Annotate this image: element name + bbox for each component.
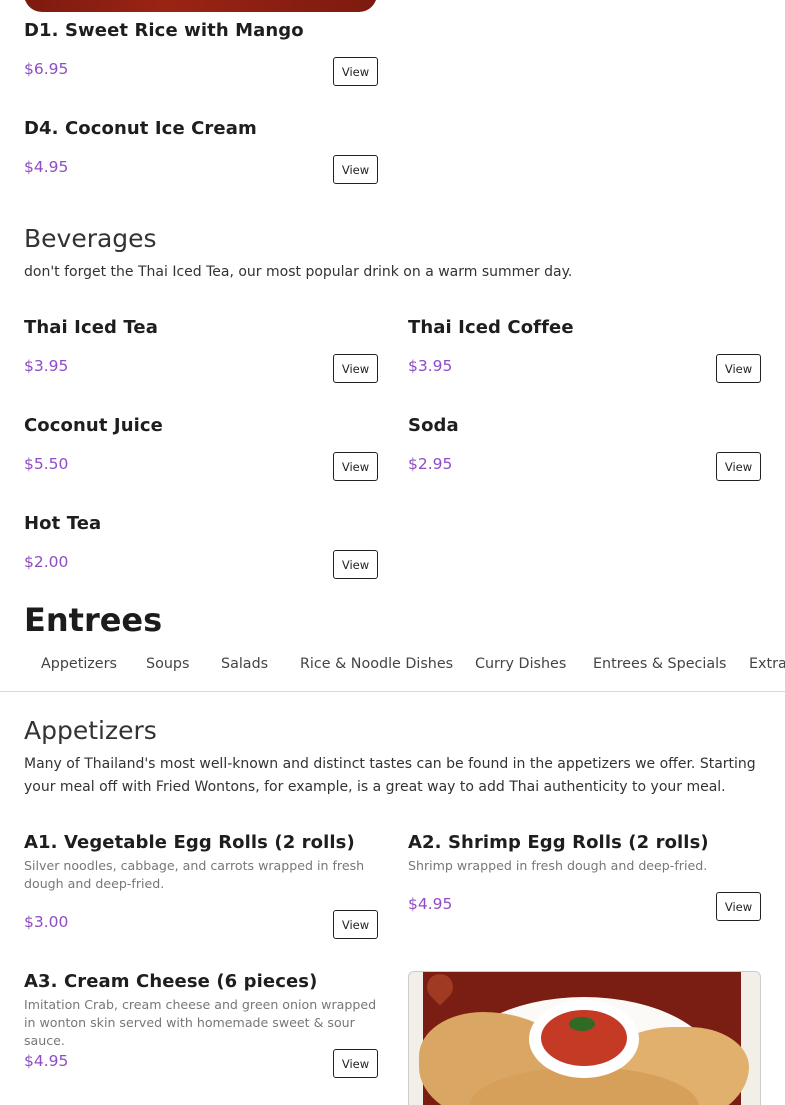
section-intro: don't forget the Thai Iced Tea, our most… xyxy=(24,264,573,280)
tab-soups[interactable]: Soups xyxy=(146,656,189,672)
menu-item-price: $5.50 xyxy=(24,455,69,473)
menu-item-price: $4.95 xyxy=(24,158,69,176)
menu-item-price: $3.95 xyxy=(408,357,453,375)
menu-item-title: A2. Shrimp Egg Rolls (2 rolls) xyxy=(408,832,709,853)
menu-item-title: Thai Iced Tea xyxy=(24,317,158,338)
menu-item-price: $6.95 xyxy=(24,60,69,78)
menu-item-description: Shrimp wrapped in fresh dough and deep-f… xyxy=(408,858,708,873)
menu-item-price: $2.00 xyxy=(24,553,69,571)
view-button[interactable]: View xyxy=(716,892,761,921)
menu-item-title: Hot Tea xyxy=(24,513,102,534)
tab-appetizers[interactable]: Appetizers xyxy=(41,656,117,672)
view-button[interactable]: View xyxy=(333,354,378,383)
category-tabs: Appetizers Soups Salads Rice & Noodle Di… xyxy=(0,645,785,692)
menu-item-price: $3.95 xyxy=(24,357,69,375)
menu-item-price: $2.95 xyxy=(408,455,453,473)
tab-entrees-specials[interactable]: Entrees & Specials xyxy=(593,656,727,672)
view-button[interactable]: View xyxy=(333,155,378,184)
tab-salads[interactable]: Salads xyxy=(221,656,268,672)
view-button[interactable]: View xyxy=(333,910,378,939)
menu-item-title: Coconut Juice xyxy=(24,415,163,436)
section-heading-beverages: Beverages xyxy=(24,224,157,253)
view-button[interactable]: View xyxy=(333,550,378,579)
tab-rice-noodle-dishes[interactable]: Rice & Noodle Dishes xyxy=(300,656,453,672)
menu-item-price: $4.95 xyxy=(24,1052,69,1070)
view-button[interactable]: View xyxy=(716,452,761,481)
menu-item-title: Soda xyxy=(408,415,459,436)
section-intro: Many of Thailand's most well-known and d… xyxy=(24,756,756,795)
view-button[interactable]: View xyxy=(333,1049,378,1078)
menu-item-title: A1. Vegetable Egg Rolls (2 rolls) xyxy=(24,832,355,853)
tab-curry-dishes[interactable]: Curry Dishes xyxy=(475,656,566,672)
menu-item-title: D1. Sweet Rice with Mango xyxy=(24,20,304,41)
menu-item-description: Silver noodles, cabbage, and carrots wra… xyxy=(24,858,365,891)
menu-item-title: A3. Cream Cheese (6 pieces) xyxy=(24,971,318,992)
view-button[interactable]: View xyxy=(333,57,378,86)
tab-extra[interactable]: Extra xyxy=(749,656,785,672)
menu-item-description: Imitation Crab, cream cheese and green o… xyxy=(24,997,377,1048)
cream-cheese-wonton-photo[interactable] xyxy=(408,971,761,1105)
page-title: Entrees xyxy=(24,601,163,639)
section-heading-appetizers: Appetizers xyxy=(24,716,157,745)
sweet-rice-mango-photo xyxy=(24,0,377,12)
menu-item-price: $3.00 xyxy=(24,913,69,931)
menu-item-title: D4. Coconut Ice Cream xyxy=(24,118,257,139)
view-button[interactable]: View xyxy=(333,452,378,481)
menu-item-title: Thai Iced Coffee xyxy=(408,317,574,338)
menu-item-price: $4.95 xyxy=(408,895,453,913)
view-button[interactable]: View xyxy=(716,354,761,383)
